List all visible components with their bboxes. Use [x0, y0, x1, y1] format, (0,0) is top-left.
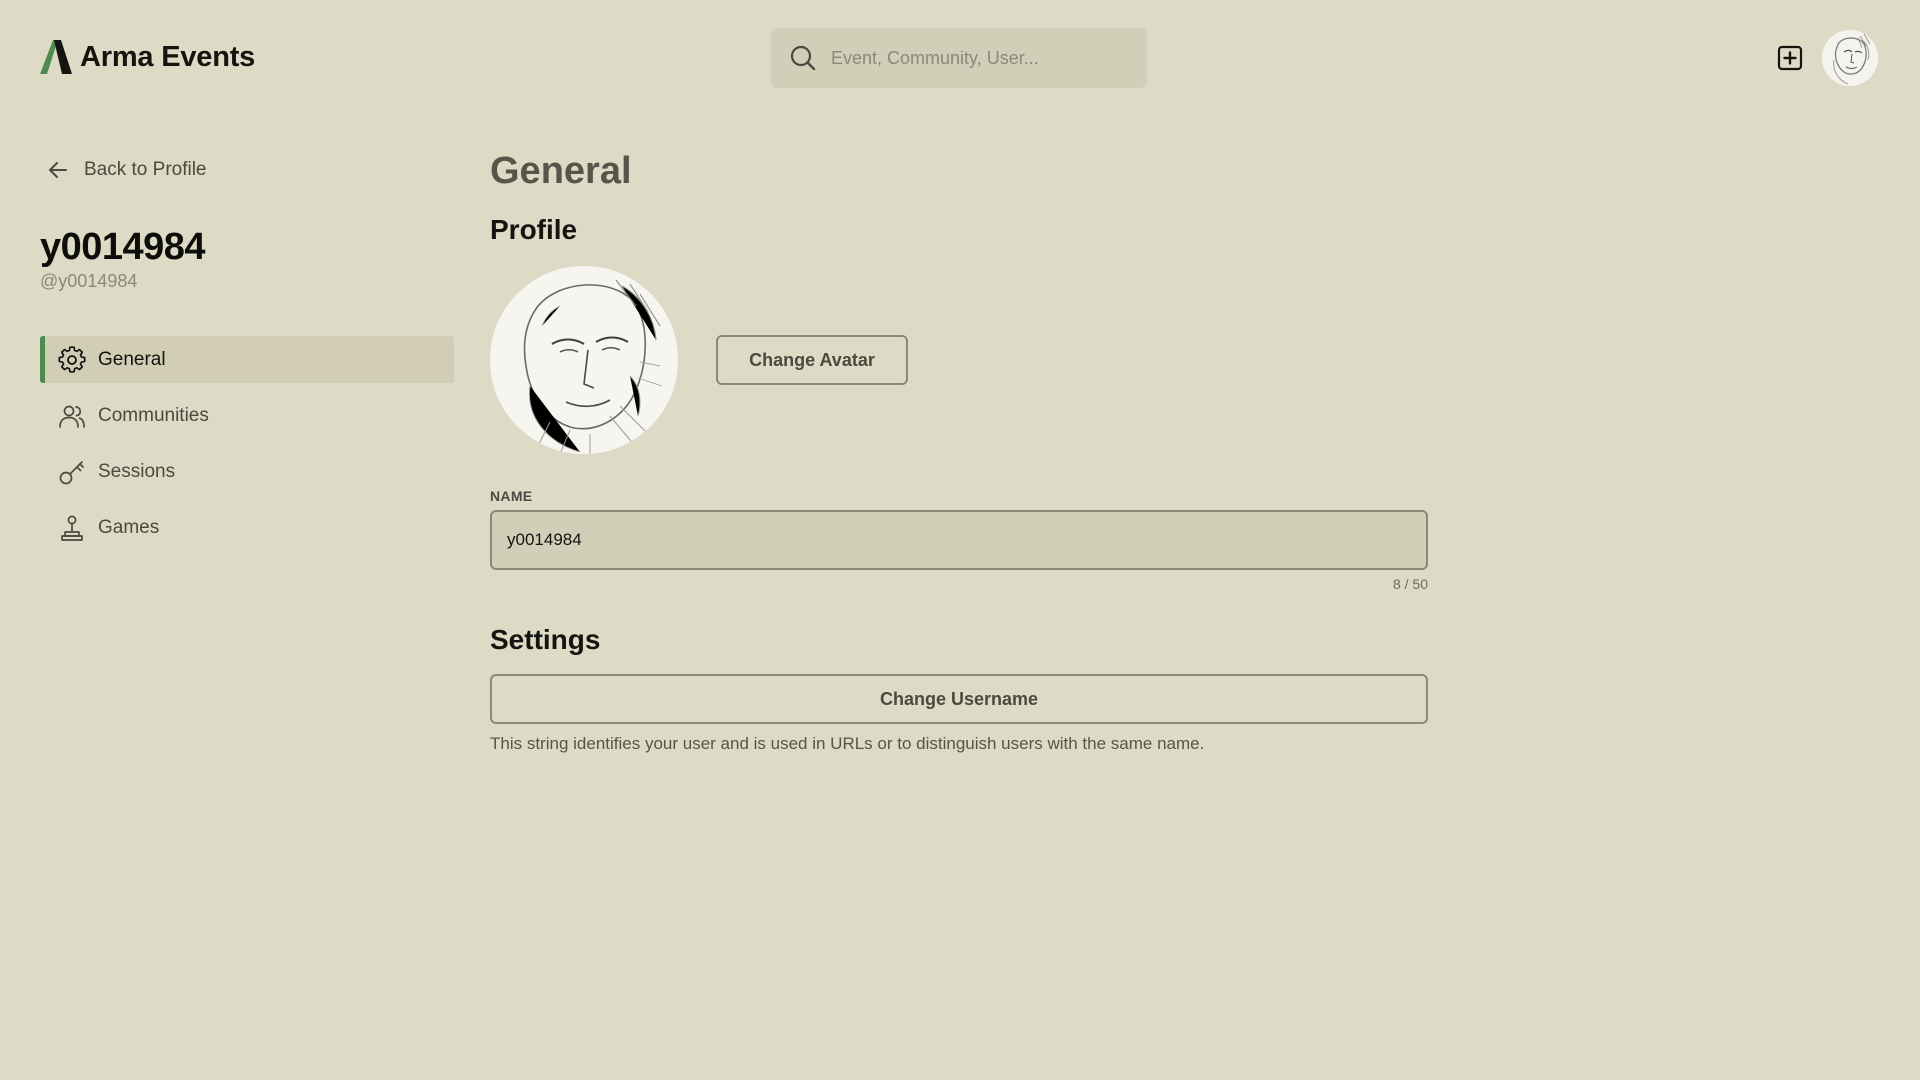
users-icon	[59, 405, 85, 428]
avatar-sketch-image	[490, 266, 678, 454]
change-avatar-button[interactable]: Change Avatar	[716, 335, 908, 385]
settings-sidebar: Back to Profile y0014984 @y0014984 Gener…	[40, 150, 454, 560]
profile-avatar-row: Change Avatar	[490, 266, 1428, 454]
arrow-left-icon	[49, 162, 67, 178]
avatar	[1822, 30, 1878, 86]
sidebar-item-label: Games	[98, 516, 160, 538]
change-username-button[interactable]: Change Username	[490, 674, 1428, 724]
user-avatar-menu[interactable]	[1822, 30, 1878, 86]
name-field-label: NAME	[490, 488, 533, 504]
sidebar-item-games[interactable]: Games	[40, 504, 454, 551]
top-bar: Arma Events	[0, 0, 1920, 116]
name-input[interactable]	[490, 510, 1428, 570]
sidebar-item-sessions[interactable]: Sessions	[40, 448, 454, 495]
search-icon	[790, 45, 816, 71]
page-title: General	[490, 150, 632, 192]
profile-section-title: Profile	[490, 214, 578, 245]
sidebar-item-communities[interactable]: Communities	[40, 392, 454, 439]
user-handle: @y0014984	[40, 271, 138, 291]
search-input[interactable]	[831, 47, 1131, 69]
arma-logo-icon	[40, 40, 72, 74]
user-display-name: y0014984	[40, 226, 206, 268]
brand-name: Arma Events	[80, 40, 256, 73]
plus-square-icon	[1777, 45, 1803, 71]
sidebar-item-label: General	[98, 348, 166, 370]
sidebar-item-general[interactable]: General	[40, 336, 454, 383]
settings-main: General Profile Change Avatar NAME 8 / 5…	[490, 150, 1428, 754]
key-icon	[59, 460, 84, 484]
username-helper-text: This string identifies your user and is …	[490, 734, 1205, 753]
brand-logo-link[interactable]: Arma Events	[40, 40, 255, 74]
joystick-icon	[61, 515, 83, 541]
settings-nav: General Communities Sessions Games	[40, 336, 454, 551]
back-link-label: Back to Profile	[84, 159, 207, 180]
settings-section-title: Settings	[490, 624, 601, 655]
back-to-profile-link[interactable]: Back to Profile	[46, 150, 454, 190]
name-char-count: 8 / 50	[1392, 576, 1428, 592]
create-button[interactable]	[1776, 44, 1804, 72]
sidebar-item-label: Sessions	[98, 460, 176, 482]
search-bar[interactable]	[771, 28, 1147, 88]
sidebar-item-label: Communities	[98, 404, 209, 426]
profile-avatar	[490, 266, 678, 454]
gear-icon	[58, 345, 86, 373]
